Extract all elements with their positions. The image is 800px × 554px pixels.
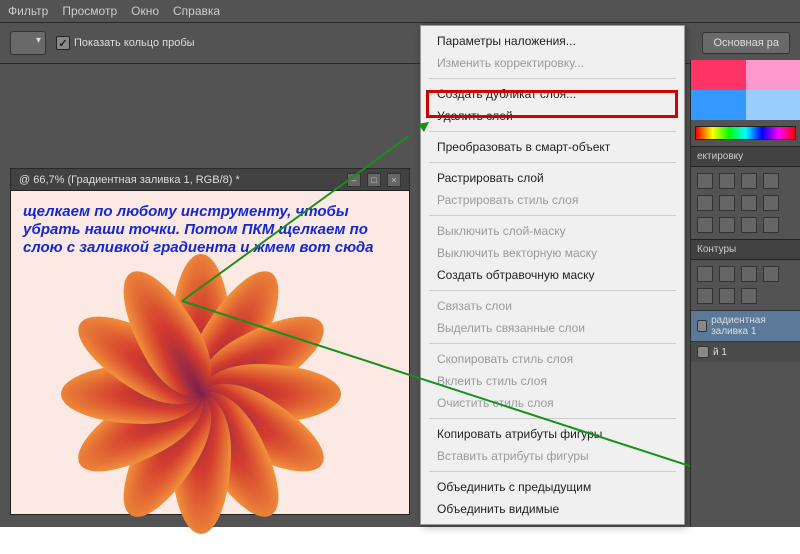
menu-item: Растрировать стиль слоя (421, 189, 684, 211)
menu-item: Выключить векторную маску (421, 242, 684, 264)
maximize-icon[interactable]: □ (367, 173, 381, 187)
menu-filter[interactable]: Фильтр (8, 4, 48, 18)
menu-separator (429, 343, 676, 344)
menu-item[interactable]: Копировать атрибуты фигуры (421, 423, 684, 445)
tool-preset-dropdown[interactable] (10, 31, 46, 55)
menu-separator (429, 290, 676, 291)
checkbox-label: Показать кольцо пробы (74, 37, 195, 49)
flower-artwork (41, 234, 361, 554)
menu-item: Вставить атрибуты фигуры (421, 445, 684, 467)
bw-icon[interactable] (763, 195, 779, 211)
visibility-icon[interactable] (697, 320, 707, 332)
new-layer-icon[interactable] (719, 288, 735, 304)
menu-item[interactable]: Создать обтравочную маску (421, 264, 684, 286)
menu-item[interactable]: Объединить с предыдущим (421, 476, 684, 498)
layer-row-1[interactable]: й 1 (691, 341, 800, 362)
menu-separator (429, 418, 676, 419)
document-canvas[interactable]: щелкаем по любому инструменту, чтобы убр… (10, 190, 410, 515)
menu-item[interactable]: Растрировать слой (421, 167, 684, 189)
swatch-row (691, 60, 800, 90)
balance-icon[interactable] (741, 195, 757, 211)
photoshop-window: Фильтр Просмотр Окно Справка ✓ Показать … (0, 0, 800, 527)
menu-separator (429, 78, 676, 79)
menu-item: Вклеить стиль слоя (421, 370, 684, 392)
layer-label: радиентная заливка 1 (711, 315, 794, 337)
hue-icon[interactable] (719, 195, 735, 211)
paths-panel-title[interactable]: Контуры (691, 239, 800, 260)
menu-item: Очистить стиль слоя (421, 392, 684, 414)
swatch-row (691, 90, 800, 120)
levels-icon[interactable] (719, 173, 735, 189)
show-sample-ring-checkbox[interactable]: ✓ (56, 36, 70, 50)
menu-item: Скопировать стиль слоя (421, 348, 684, 370)
menu-separator (429, 215, 676, 216)
adjustments-icons (691, 167, 800, 239)
menu-item[interactable]: Удалить слой (421, 105, 684, 127)
fill-icon[interactable] (763, 266, 779, 282)
menu-view[interactable]: Просмотр (62, 4, 117, 18)
layers-toolbar (691, 260, 800, 310)
exposure-icon[interactable] (763, 173, 779, 189)
group-icon[interactable] (697, 288, 713, 304)
brightness-icon[interactable] (697, 173, 713, 189)
menu-item: Выделить связанные слои (421, 317, 684, 339)
layer-row-gradient-fill[interactable]: радиентная заливка 1 (691, 310, 800, 341)
menubar: Фильтр Просмотр Окно Справка (0, 0, 800, 23)
menu-item[interactable]: Создать дубликат слоя... (421, 83, 684, 105)
fx-icon[interactable] (719, 266, 735, 282)
invert-icon[interactable] (763, 217, 779, 233)
color-spectrum[interactable] (695, 126, 796, 140)
curves-icon[interactable] (741, 173, 757, 189)
right-panels: ектировку Контуры радиент (690, 60, 800, 527)
menu-separator (429, 471, 676, 472)
lookup-icon[interactable] (741, 217, 757, 233)
close-icon[interactable]: × (387, 173, 401, 187)
mixer-icon[interactable] (719, 217, 735, 233)
visibility-icon[interactable] (697, 346, 709, 358)
menu-window[interactable]: Окно (131, 4, 159, 18)
photo-filter-icon[interactable] (697, 217, 713, 233)
link-icon[interactable] (697, 266, 713, 282)
adjustments-panel-title[interactable]: ектировку (691, 146, 800, 167)
menu-item[interactable]: Преобразовать в смарт-объект (421, 136, 684, 158)
menu-item[interactable]: Параметры наложения... (421, 30, 684, 52)
menu-item[interactable]: Объединить видимые (421, 498, 684, 520)
vibrance-icon[interactable] (697, 195, 713, 211)
menu-separator (429, 131, 676, 132)
menu-item: Выключить слой-маску (421, 220, 684, 242)
layer-label: й 1 (713, 347, 727, 358)
document-title: @ 66,7% (Градиентная заливка 1, RGB/8) * (19, 174, 240, 186)
menu-item: Связать слои (421, 295, 684, 317)
menu-help[interactable]: Справка (173, 4, 220, 18)
menu-item: Изменить корректировку... (421, 52, 684, 74)
workspace-button[interactable]: Основная ра (702, 32, 790, 54)
menu-separator (429, 162, 676, 163)
trash-icon[interactable] (741, 288, 757, 304)
mask-icon[interactable] (741, 266, 757, 282)
